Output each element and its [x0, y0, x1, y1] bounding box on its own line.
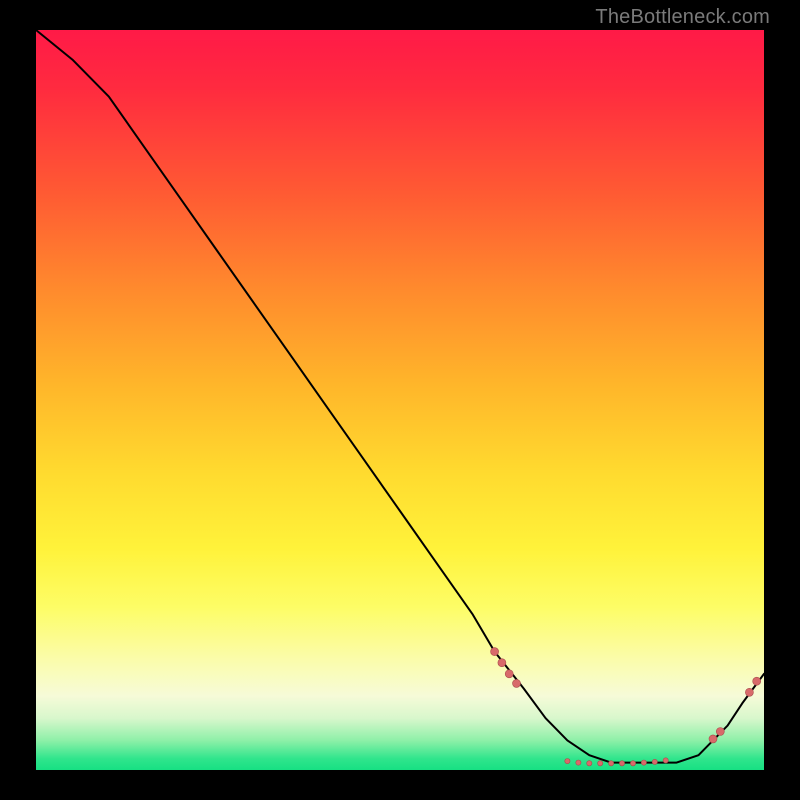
data-point-marker: [652, 759, 657, 764]
watermark-text: TheBottleneck.com: [595, 6, 770, 29]
data-point-marker: [619, 761, 624, 766]
data-point-marker: [587, 761, 592, 766]
data-point-marker: [598, 761, 603, 766]
data-point-marker: [609, 761, 614, 766]
data-point-marker: [513, 679, 521, 687]
data-point-marker: [753, 677, 761, 685]
data-point-marker: [491, 648, 499, 656]
data-point-marker: [641, 760, 646, 765]
data-point-marker: [745, 688, 753, 696]
chart-overlay-svg: [36, 30, 764, 770]
scatter-markers: [491, 648, 761, 766]
data-point-marker: [663, 758, 668, 763]
plot-area: [36, 30, 764, 770]
chart-stage: TheBottleneck.com: [0, 0, 800, 800]
bottleneck-curve: [36, 30, 764, 763]
data-point-marker: [505, 670, 513, 678]
data-point-marker: [576, 760, 581, 765]
data-point-marker: [716, 728, 724, 736]
data-point-marker: [498, 659, 506, 667]
data-point-marker: [630, 761, 635, 766]
data-point-marker: [709, 735, 717, 743]
data-point-marker: [565, 759, 570, 764]
